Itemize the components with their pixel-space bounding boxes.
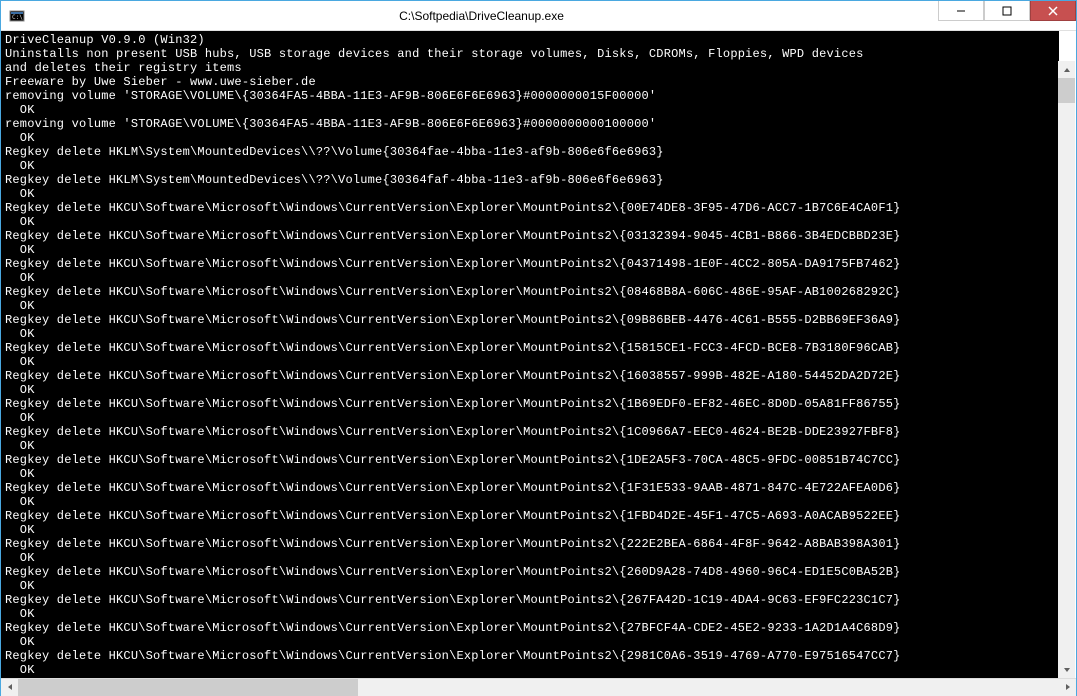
console-line: Freeware by Uwe Sieber - www.uwe-sieber.… <box>5 75 1055 89</box>
close-button[interactable] <box>1030 1 1076 21</box>
horizontal-scrollbar[interactable] <box>1 678 1076 695</box>
console-line: Regkey delete HKCU\Software\Microsoft\Wi… <box>5 341 1055 355</box>
console-wrap: DriveCleanup V0.9.0 (Win32)Uninstalls no… <box>1 31 1076 695</box>
console-line: OK <box>5 523 1055 537</box>
console-output[interactable]: DriveCleanup V0.9.0 (Win32)Uninstalls no… <box>1 31 1059 678</box>
console-line: Regkey delete HKCU\Software\Microsoft\Wi… <box>5 229 1055 243</box>
console-line: OK <box>5 215 1055 229</box>
app-icon: C:\ <box>9 8 25 24</box>
console-line: Uninstalls non present USB hubs, USB sto… <box>5 47 1055 61</box>
console-line: OK <box>5 271 1055 285</box>
console-line: OK <box>5 103 1055 117</box>
console-line: OK <box>5 131 1055 145</box>
console-line: Regkey delete HKCU\Software\Microsoft\Wi… <box>5 565 1055 579</box>
console-line: Regkey delete HKCU\Software\Microsoft\Wi… <box>5 509 1055 523</box>
console-line: Regkey delete HKCU\Software\Microsoft\Wi… <box>5 369 1055 383</box>
console-line: OK <box>5 579 1055 593</box>
console-line: OK <box>5 187 1055 201</box>
console-line: OK <box>5 663 1055 677</box>
console-line: Regkey delete HKCU\Software\Microsoft\Wi… <box>5 537 1055 551</box>
horizontal-scroll-thumb[interactable] <box>18 679 358 696</box>
console-line: Regkey delete HKCU\Software\Microsoft\Wi… <box>5 397 1055 411</box>
scroll-up-button[interactable] <box>1058 61 1075 78</box>
console-line: OK <box>5 635 1055 649</box>
vertical-scroll-thumb[interactable] <box>1058 78 1075 103</box>
console-line: DriveCleanup V0.9.0 (Win32) <box>5 33 1055 47</box>
scroll-right-button[interactable] <box>1059 679 1076 696</box>
vertical-scroll-track[interactable] <box>1058 78 1075 661</box>
vertical-scrollbar[interactable] <box>1058 61 1075 678</box>
console-line: removing volume 'STORAGE\VOLUME\{30364FA… <box>5 89 1055 103</box>
console-line: OK <box>5 299 1055 313</box>
console-line: Regkey delete HKCU\Software\Microsoft\Wi… <box>5 313 1055 327</box>
console-line: Regkey delete HKLM\System\MountedDevices… <box>5 145 1055 159</box>
console-line: Regkey delete HKCU\Software\Microsoft\Wi… <box>5 285 1055 299</box>
console-line: OK <box>5 607 1055 621</box>
console-line: OK <box>5 355 1055 369</box>
horizontal-scroll-track[interactable] <box>18 679 1059 696</box>
console-line: OK <box>5 327 1055 341</box>
console-line: Regkey delete HKCU\Software\Microsoft\Wi… <box>5 201 1055 215</box>
console-line: OK <box>5 411 1055 425</box>
window-controls <box>938 1 1076 30</box>
console-line: Regkey delete HKLM\System\MountedDevices… <box>5 173 1055 187</box>
svg-text:C:\: C:\ <box>12 14 23 21</box>
console-line: OK <box>5 551 1055 565</box>
console-line: OK <box>5 159 1055 173</box>
console-line: Regkey delete HKCU\Software\Microsoft\Wi… <box>5 257 1055 271</box>
console-line: OK <box>5 467 1055 481</box>
console-line: OK <box>5 439 1055 453</box>
console-line: removing volume 'STORAGE\VOLUME\{30364FA… <box>5 117 1055 131</box>
console-line: and deletes their registry items <box>5 61 1055 75</box>
titlebar[interactable]: C:\ C:\Softpedia\DriveCleanup.exe <box>1 1 1076 31</box>
window-title: C:\Softpedia\DriveCleanup.exe <box>25 9 938 23</box>
console-line: Regkey delete HKCU\Software\Microsoft\Wi… <box>5 425 1055 439</box>
console-line: Regkey delete HKCU\Software\Microsoft\Wi… <box>5 593 1055 607</box>
console-line: Regkey delete HKCU\Software\Microsoft\Wi… <box>5 453 1055 467</box>
console-line: Regkey delete HKCU\Software\Microsoft\Wi… <box>5 621 1055 635</box>
console-line: OK <box>5 383 1055 397</box>
console-line: OK <box>5 243 1055 257</box>
maximize-button[interactable] <box>984 1 1030 21</box>
scroll-left-button[interactable] <box>1 679 18 696</box>
console-line: Regkey delete HKCU\Software\Microsoft\Wi… <box>5 649 1055 663</box>
scroll-down-button[interactable] <box>1058 661 1075 678</box>
console-line: OK <box>5 495 1055 509</box>
minimize-button[interactable] <box>938 1 984 21</box>
console-line: Regkey delete HKCU\Software\Microsoft\Wi… <box>5 481 1055 495</box>
